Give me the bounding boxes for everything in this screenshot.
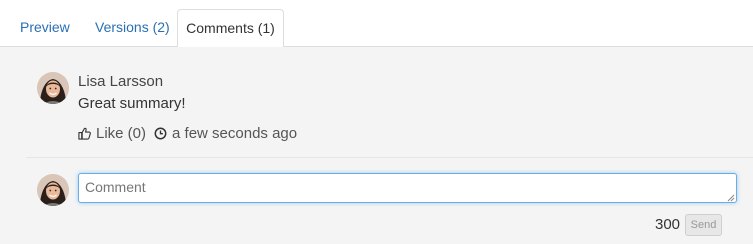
send-button[interactable]: Send (685, 214, 722, 236)
tab-bar: Preview Versions (2) Comments (1) (0, 0, 753, 48)
comment-author: Lisa Larsson (78, 73, 164, 90)
comment-meta: Like (0) a few seconds ago (78, 125, 297, 142)
tab-versions[interactable]: Versions (2) (95, 9, 170, 47)
char-counter: 300 (655, 216, 681, 233)
like-button[interactable]: Like (0) (96, 125, 146, 142)
thumbs-up-icon[interactable] (78, 127, 91, 140)
divider (26, 157, 753, 158)
tab-preview[interactable]: Preview (20, 9, 70, 47)
resize-grip-icon[interactable] (727, 194, 735, 202)
comments-panel: Lisa Larsson Great summary! Like (0) a f… (0, 47, 753, 244)
composer-avatar (37, 174, 69, 206)
tab-comments[interactable]: Comments (1) (177, 9, 284, 48)
comment-input[interactable] (78, 173, 737, 203)
comment-text: Great summary! (78, 95, 186, 112)
clock-icon (154, 127, 167, 140)
timestamp-text: a few seconds ago (172, 125, 298, 142)
timestamp: a few seconds ago (154, 125, 297, 142)
avatar (37, 72, 69, 104)
